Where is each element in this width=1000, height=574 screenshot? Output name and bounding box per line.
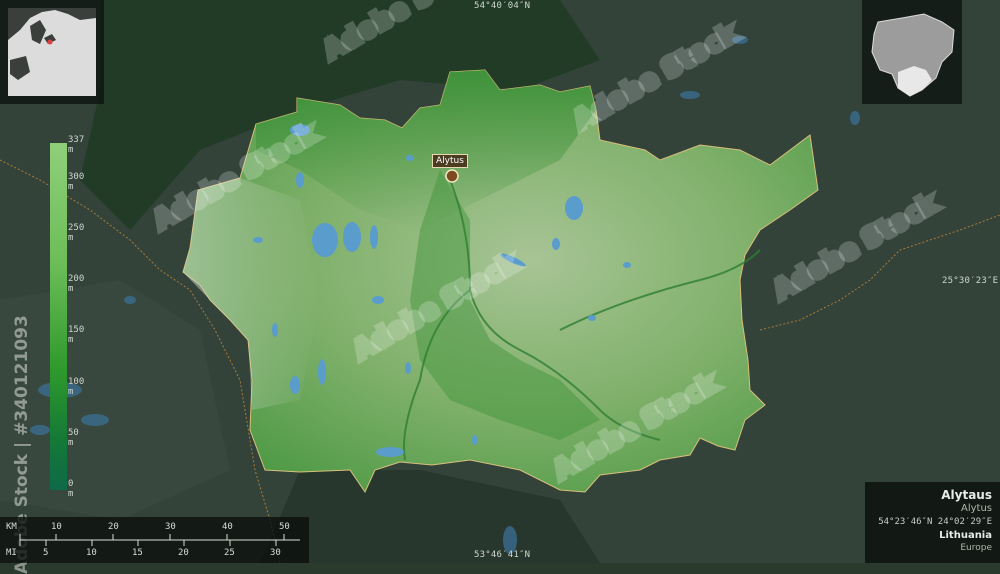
latitude-bottom-label: 53°46′41″N xyxy=(474,550,531,560)
scale-km-tick: 10 xyxy=(51,522,62,532)
terrain-map[interactable]: Adobe Stock Adobe Stock Adobe Stock Adob… xyxy=(0,0,1000,563)
scale-mi-tick: 15 xyxy=(132,548,143,558)
latitude-top-label: 54°40′04″N xyxy=(474,1,531,11)
region-subname: Alytus xyxy=(960,503,992,514)
legend-tick: 50 m xyxy=(68,428,79,448)
legend-tick: 250 m xyxy=(68,223,85,243)
inset-country-map xyxy=(862,0,962,104)
inset-europe-map xyxy=(0,0,104,104)
scale-km-unit: KM xyxy=(6,522,17,532)
scale-mi-tick: 25 xyxy=(224,548,235,558)
country-name: Lithuania xyxy=(939,530,992,541)
scale-mi-tick: 30 xyxy=(270,548,281,558)
continent-name: Europe xyxy=(960,543,992,553)
city-marker[interactable] xyxy=(445,169,459,183)
scale-mi-tick: 5 xyxy=(43,548,49,558)
scale-km-tick: 50 xyxy=(279,522,290,532)
scale-bar: KM 10 20 30 40 50 MI 5 10 15 20 25 30 xyxy=(0,517,309,563)
longitude-right-label: 25°30′23″E xyxy=(942,276,999,286)
legend-tick: 337 m xyxy=(68,135,85,155)
scale-km-tick: 40 xyxy=(222,522,233,532)
elevation-legend-bar: 337 m 300 m 250 m 200 m 150 m 100 m 50 m… xyxy=(50,135,84,499)
scale-mi-tick: 10 xyxy=(86,548,97,558)
region-coordinates: 54°23′46″N 24°02′29″E xyxy=(878,517,992,527)
region-info-box: Alytaus Alytus 54°23′46″N 24°02′29″E Lit… xyxy=(865,482,1000,563)
scale-km-tick: 20 xyxy=(108,522,119,532)
legend-tick: 0 m xyxy=(68,479,74,499)
legend-tick: 300 m xyxy=(68,172,85,192)
region-name: Alytaus xyxy=(941,488,992,502)
city-label[interactable]: Alytus xyxy=(432,154,468,168)
lithuania-silhouette-icon xyxy=(871,13,955,97)
scale-mi-tick: 20 xyxy=(178,548,189,558)
europe-silhouette-icon xyxy=(8,8,96,96)
legend-tick: 200 m xyxy=(68,274,85,294)
scale-mi-unit: MI xyxy=(6,548,17,558)
scale-km-tick: 30 xyxy=(165,522,176,532)
legend-tick: 100 m xyxy=(68,377,85,397)
legend-tick: 150 m xyxy=(68,325,85,345)
